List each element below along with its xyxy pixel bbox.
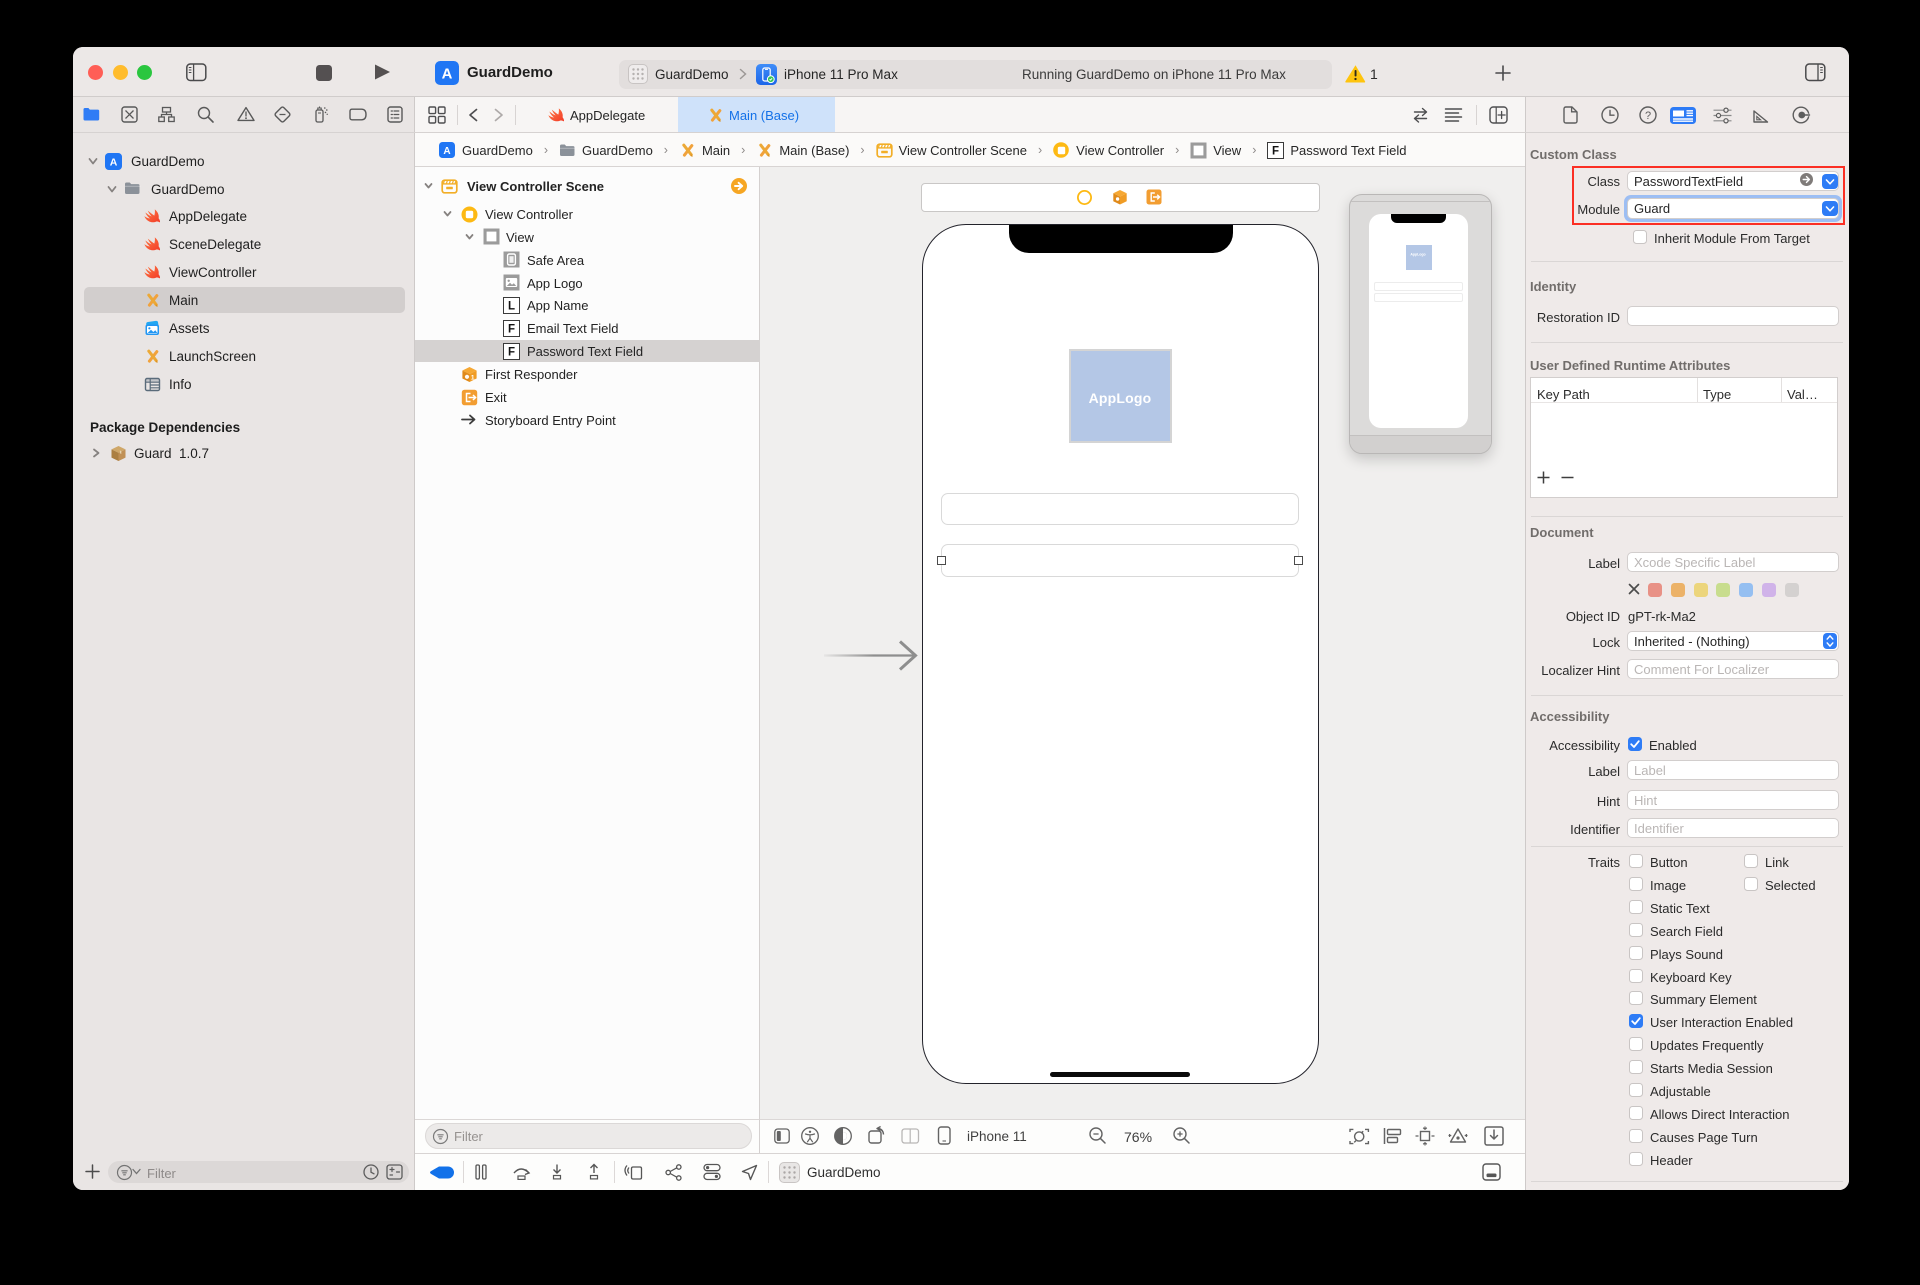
- svg-text:A: A: [442, 66, 453, 82]
- svg-text:A: A: [443, 146, 450, 157]
- svg-text:F: F: [1272, 146, 1279, 158]
- svg-text:F: F: [508, 346, 515, 358]
- svg-text:?: ?: [1645, 110, 1651, 122]
- svg-text:1: 1: [471, 374, 475, 381]
- svg-text:L: L: [508, 300, 515, 312]
- svg-text:F: F: [508, 323, 515, 335]
- svg-text:A: A: [109, 156, 117, 168]
